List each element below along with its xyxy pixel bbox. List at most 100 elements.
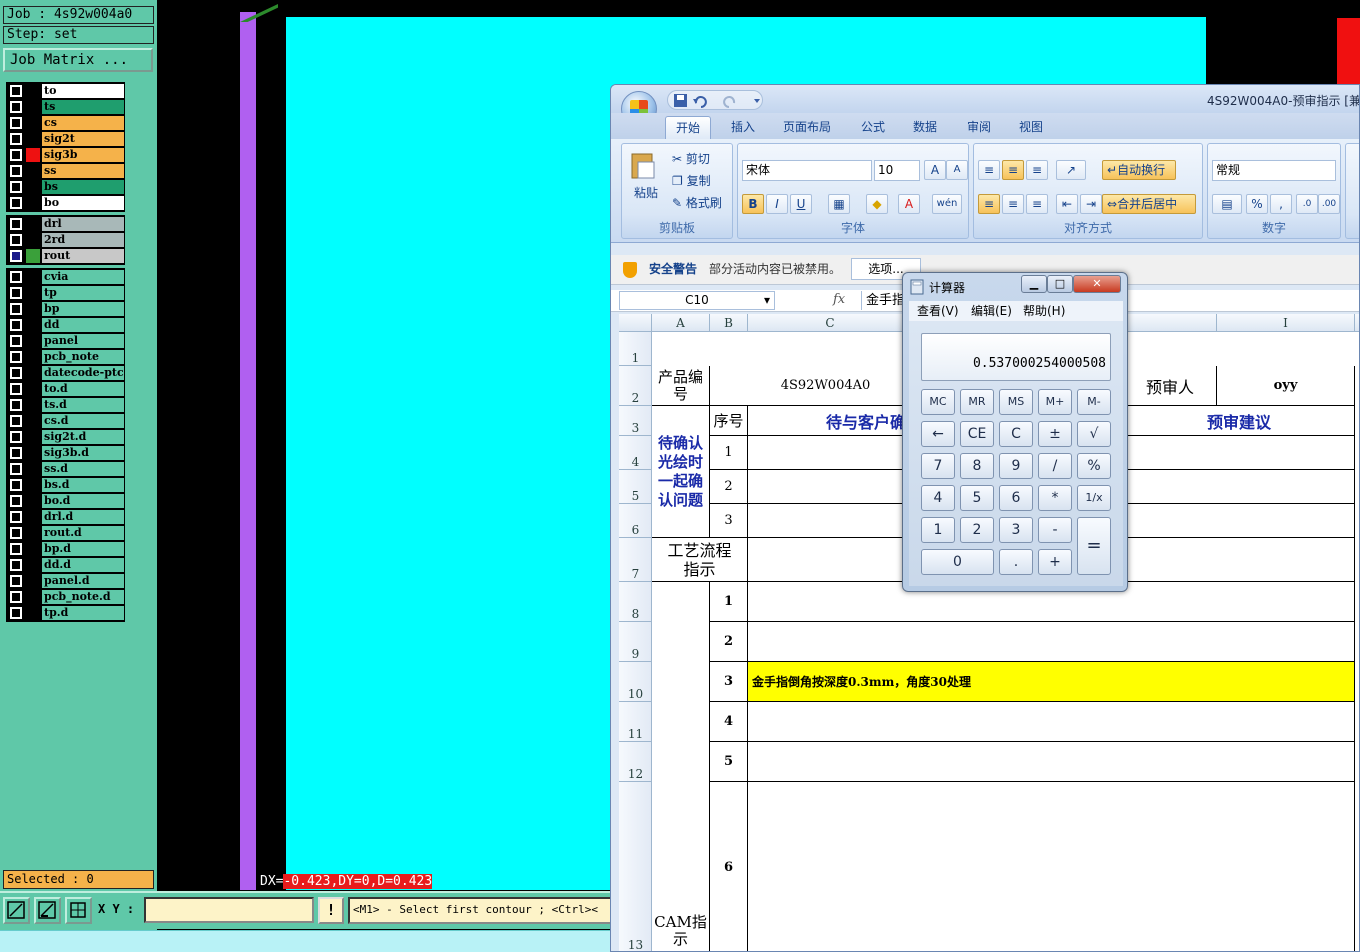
cam-seq-6[interactable]: 6 [710,782,748,951]
layer-row-sig2t-d[interactable]: sig2t.d [7,429,124,445]
layer-row-panel-d[interactable]: panel.d [7,573,124,589]
layer-affected-indicator[interactable] [26,366,40,380]
pending-seq-3[interactable]: 3 [710,504,748,538]
layer-row-tp-d[interactable]: tp.d [7,605,124,621]
layer-name[interactable]: rout.d [42,526,124,540]
layer-affected-indicator[interactable] [26,590,40,604]
cam-seq-2[interactable]: 2 [710,622,748,662]
layer-affected-indicator[interactable] [26,462,40,476]
layer-affected-indicator[interactable] [26,398,40,412]
name-box[interactable]: C10 ▾ [619,291,775,310]
tab-review[interactable]: 审阅 [957,116,1001,139]
maximize-button[interactable]: □ [1047,275,1073,293]
currency-button[interactable]: ▤ [1212,194,1242,214]
calc-key-9[interactable]: 9 [999,453,1033,479]
layer-checkbox[interactable] [10,495,22,507]
layer-checkbox[interactable] [10,117,22,129]
layer-checkbox[interactable] [10,101,22,113]
layer-checkbox[interactable] [10,234,22,246]
tab-view[interactable]: 视图 [1009,116,1053,139]
layer-checkbox[interactable] [10,367,22,379]
layer-affected-indicator[interactable] [26,414,40,428]
calc-key-m-plus[interactable]: M+ [1038,389,1072,415]
cam-seq-5[interactable]: 5 [710,742,748,782]
increase-decimal-button[interactable]: .0 [1296,194,1318,214]
layer-row-tp[interactable]: tp [7,285,124,301]
align-left-button[interactable]: ≡ [978,194,1000,214]
reviewer-label[interactable]: 预审人 [1124,366,1217,406]
layer-affected-indicator[interactable] [26,430,40,444]
layer-checkbox[interactable] [10,479,22,491]
layer-name[interactable]: to.d [42,382,124,396]
wrap-text-button[interactable]: ↵自动换行 [1102,160,1176,180]
cut-button[interactable]: ✂ 剪切 [672,150,710,168]
row-header-11[interactable]: 11 [619,702,652,742]
zoom-fit-button[interactable] [3,897,30,924]
layer-checkbox[interactable] [10,133,22,145]
cam-seq-4[interactable]: 4 [710,702,748,742]
calc-key-negate[interactable]: ± [1038,421,1072,447]
menu-edit[interactable]: 编辑(E) [971,301,1012,321]
layer-row-sig3b-d[interactable]: sig3b.d [7,445,124,461]
layer-row-dd[interactable]: dd [7,317,124,333]
col-header-b[interactable]: B [710,314,748,332]
layer-checkbox[interactable] [10,543,22,555]
row-header-9[interactable]: 9 [619,622,652,662]
layer-checkbox[interactable] [10,511,22,523]
layer-row-cvia[interactable]: cvia [7,269,124,285]
align-center-button[interactable]: ≡ [1002,194,1024,214]
layer-checkbox[interactable] [10,591,22,603]
row-header-1[interactable]: 1 [619,332,652,366]
comma-button[interactable]: , [1270,194,1292,214]
percent-button[interactable]: % [1246,194,1268,214]
layer-row-rout-d[interactable]: rout.d [7,525,124,541]
layer-affected-indicator[interactable] [26,350,40,364]
underline-button[interactable]: U [790,194,812,214]
layer-name[interactable]: panel.d [42,574,124,588]
row-header-6[interactable]: 6 [619,504,652,538]
layer-affected-indicator[interactable] [26,510,40,524]
row-header-10[interactable]: 10 [619,662,652,702]
layer-name[interactable]: sig2t [42,132,124,146]
layer-row-rout[interactable]: rout [7,248,124,264]
layer-row-bp-d[interactable]: bp.d [7,541,124,557]
layer-row-pcb-note[interactable]: pcb_note [7,349,124,365]
layer-affected-indicator[interactable] [26,302,40,316]
col-header-i[interactable]: I [1217,314,1355,332]
cam-label[interactable]: CAM指示 [652,582,710,951]
pending-seq-2[interactable]: 2 [710,470,748,504]
layer-checkbox[interactable] [10,335,22,347]
layer-checkbox[interactable] [10,319,22,331]
italic-button[interactable]: I [766,194,788,214]
warning-button[interactable]: ! [318,897,344,924]
row-header-8[interactable]: 8 [619,582,652,622]
layer-name[interactable]: sig2t.d [42,430,124,444]
layer-name[interactable]: bs [42,180,124,194]
layer-name[interactable]: bp.d [42,542,124,556]
layer-name[interactable]: ss.d [42,462,124,476]
grow-font-button[interactable]: A [924,160,946,180]
tab-data[interactable]: 数据 [903,116,947,139]
pending-group-label[interactable]: 待确认光绘时一起确认问题 [652,406,710,538]
row-header-3[interactable]: 3 [619,406,652,436]
select-all[interactable] [619,314,652,332]
layer-name[interactable]: datecode-ptc [42,366,124,380]
layer-checkbox[interactable] [10,527,22,539]
layer-row-cs[interactable]: cs [7,115,124,131]
layer-name[interactable]: cs.d [42,414,124,428]
layer-affected-indicator[interactable] [26,132,40,146]
layer-name[interactable]: ss [42,164,124,178]
paste-button[interactable]: 粘贴 [634,184,658,202]
cam-item-5[interactable] [748,742,1355,782]
calc-key-sqrt[interactable]: √ [1077,421,1111,447]
layer-affected-indicator[interactable] [26,180,40,194]
layer-checkbox[interactable] [10,165,22,177]
layer-name[interactable]: bp [42,302,124,316]
xy-input[interactable] [144,897,314,923]
calc-key-clear[interactable]: C [999,421,1033,447]
layer-affected-indicator[interactable] [26,249,40,263]
tab-insert[interactable]: 插入 [721,116,765,139]
calc-key-5[interactable]: 5 [960,485,994,511]
calc-key-2[interactable]: 2 [960,517,994,543]
cam-item-3-selected[interactable]: 金手指倒角按深度0.3mm，角度30处理 [748,662,1355,702]
